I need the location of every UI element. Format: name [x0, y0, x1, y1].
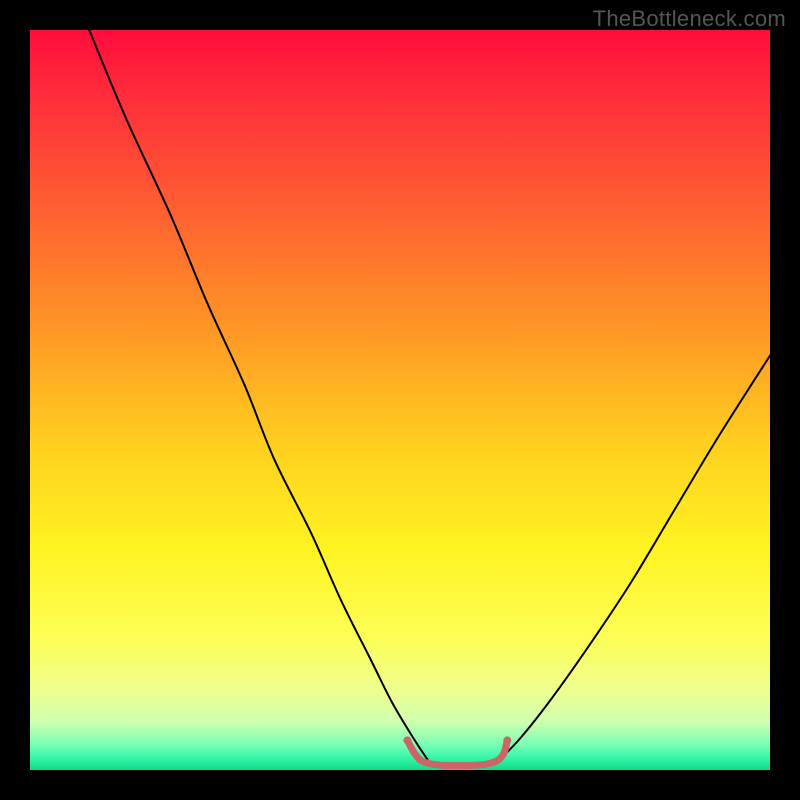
bottleneck-chart: [0, 0, 800, 800]
chart-frame: TheBottleneck.com: [0, 0, 800, 800]
chart-plot-area: [30, 30, 770, 770]
marker-endpoint-1: [503, 736, 511, 744]
marker-endpoint-0: [403, 736, 411, 744]
watermark-text: TheBottleneck.com: [593, 6, 786, 32]
